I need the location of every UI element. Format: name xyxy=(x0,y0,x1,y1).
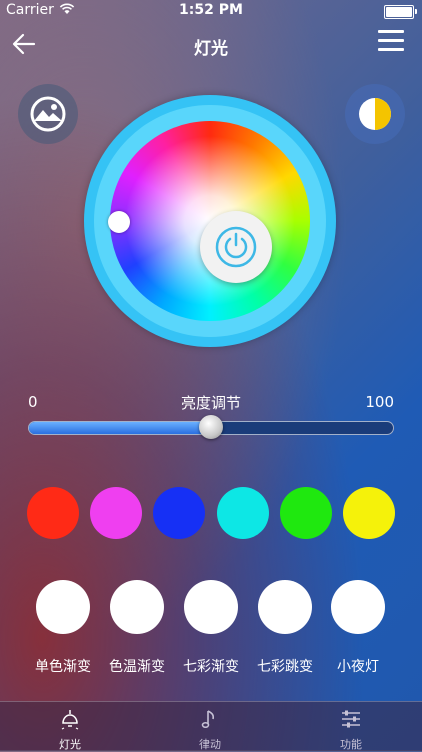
color-swatch[interactable] xyxy=(27,487,79,539)
color-picker-handle[interactable] xyxy=(108,211,130,233)
mountain-picture-icon xyxy=(30,96,66,132)
mode-label: 小夜灯 xyxy=(337,659,379,675)
power-button[interactable] xyxy=(200,211,272,283)
menu-line-icon xyxy=(378,48,404,51)
nav-bar: 灯光 xyxy=(0,22,422,66)
mode-button[interactable] xyxy=(110,580,164,634)
menu-line-icon xyxy=(378,30,404,33)
battery-icon xyxy=(384,5,417,19)
menu-button[interactable] xyxy=(378,30,404,56)
scene-picture-button[interactable] xyxy=(18,84,78,144)
color-swatch[interactable] xyxy=(90,487,142,539)
color-swatch[interactable] xyxy=(280,487,332,539)
mode-label: 七彩渐变 xyxy=(183,659,239,675)
status-time: 1:52 PM xyxy=(179,2,243,18)
half-circle-contrast-icon xyxy=(359,98,391,130)
mode-button[interactable] xyxy=(331,580,385,634)
mode-label: 七彩跳变 xyxy=(257,659,313,675)
power-icon xyxy=(215,226,257,268)
page-title: 灯光 xyxy=(194,39,228,59)
tab-bar: 灯光 律动 功能 xyxy=(0,701,422,751)
color-temperature-button[interactable] xyxy=(345,84,405,144)
brightness-max-label: 100 xyxy=(365,393,394,411)
color-swatch[interactable] xyxy=(153,487,205,539)
menu-line-icon xyxy=(378,39,404,42)
color-wheel[interactable] xyxy=(110,121,310,321)
music-note-icon xyxy=(201,710,215,729)
color-swatch[interactable] xyxy=(343,487,395,539)
mode-button[interactable] xyxy=(184,580,238,634)
mode-label: 色温渐变 xyxy=(109,659,165,675)
brightness-slider-thumb[interactable] xyxy=(199,415,223,439)
mode-label: 单色渐变 xyxy=(35,659,91,675)
mode-button[interactable] xyxy=(36,580,90,634)
color-swatch[interactable] xyxy=(217,487,269,539)
lamp-icon xyxy=(61,710,79,730)
sliders-icon xyxy=(342,710,360,728)
brightness-slider-fill xyxy=(29,422,212,434)
status-bar: Carrier 1:52 PM xyxy=(0,0,422,22)
brightness-title: 亮度调节 xyxy=(180,394,241,412)
mode-button[interactable] xyxy=(258,580,312,634)
